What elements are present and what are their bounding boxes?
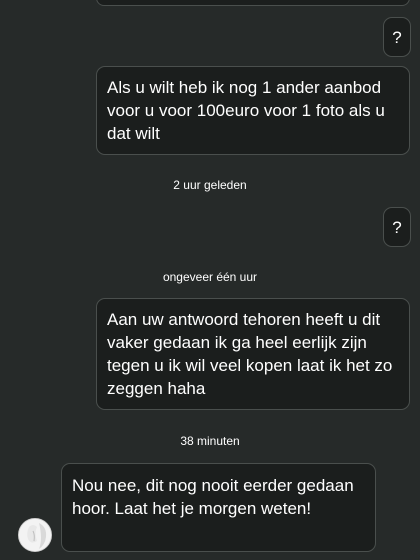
message-thread: ? Als u wilt heb ik nog 1 ander aanbod v… <box>0 0 420 560</box>
previous-message-bubble <box>96 0 410 6</box>
timestamp: ongeveer één uur <box>162 270 258 284</box>
timestamp: 2 uur geleden <box>173 178 247 192</box>
message-bubble-offer[interactable]: Als u wilt heb ik nog 1 ander aanbod voo… <box>96 66 410 155</box>
message-bubble-question[interactable]: ? <box>383 17 411 57</box>
message-bubble-question[interactable]: ? <box>383 207 411 247</box>
avatar-icon[interactable] <box>18 518 52 552</box>
message-bubble-incoming[interactable]: Nou nee, dit nog nooit eerder gedaan hoo… <box>61 463 376 552</box>
timestamp: 38 minuten <box>180 434 240 448</box>
message-bubble-reply[interactable]: Aan uw antwoord tehoren heeft u dit vake… <box>96 298 410 410</box>
